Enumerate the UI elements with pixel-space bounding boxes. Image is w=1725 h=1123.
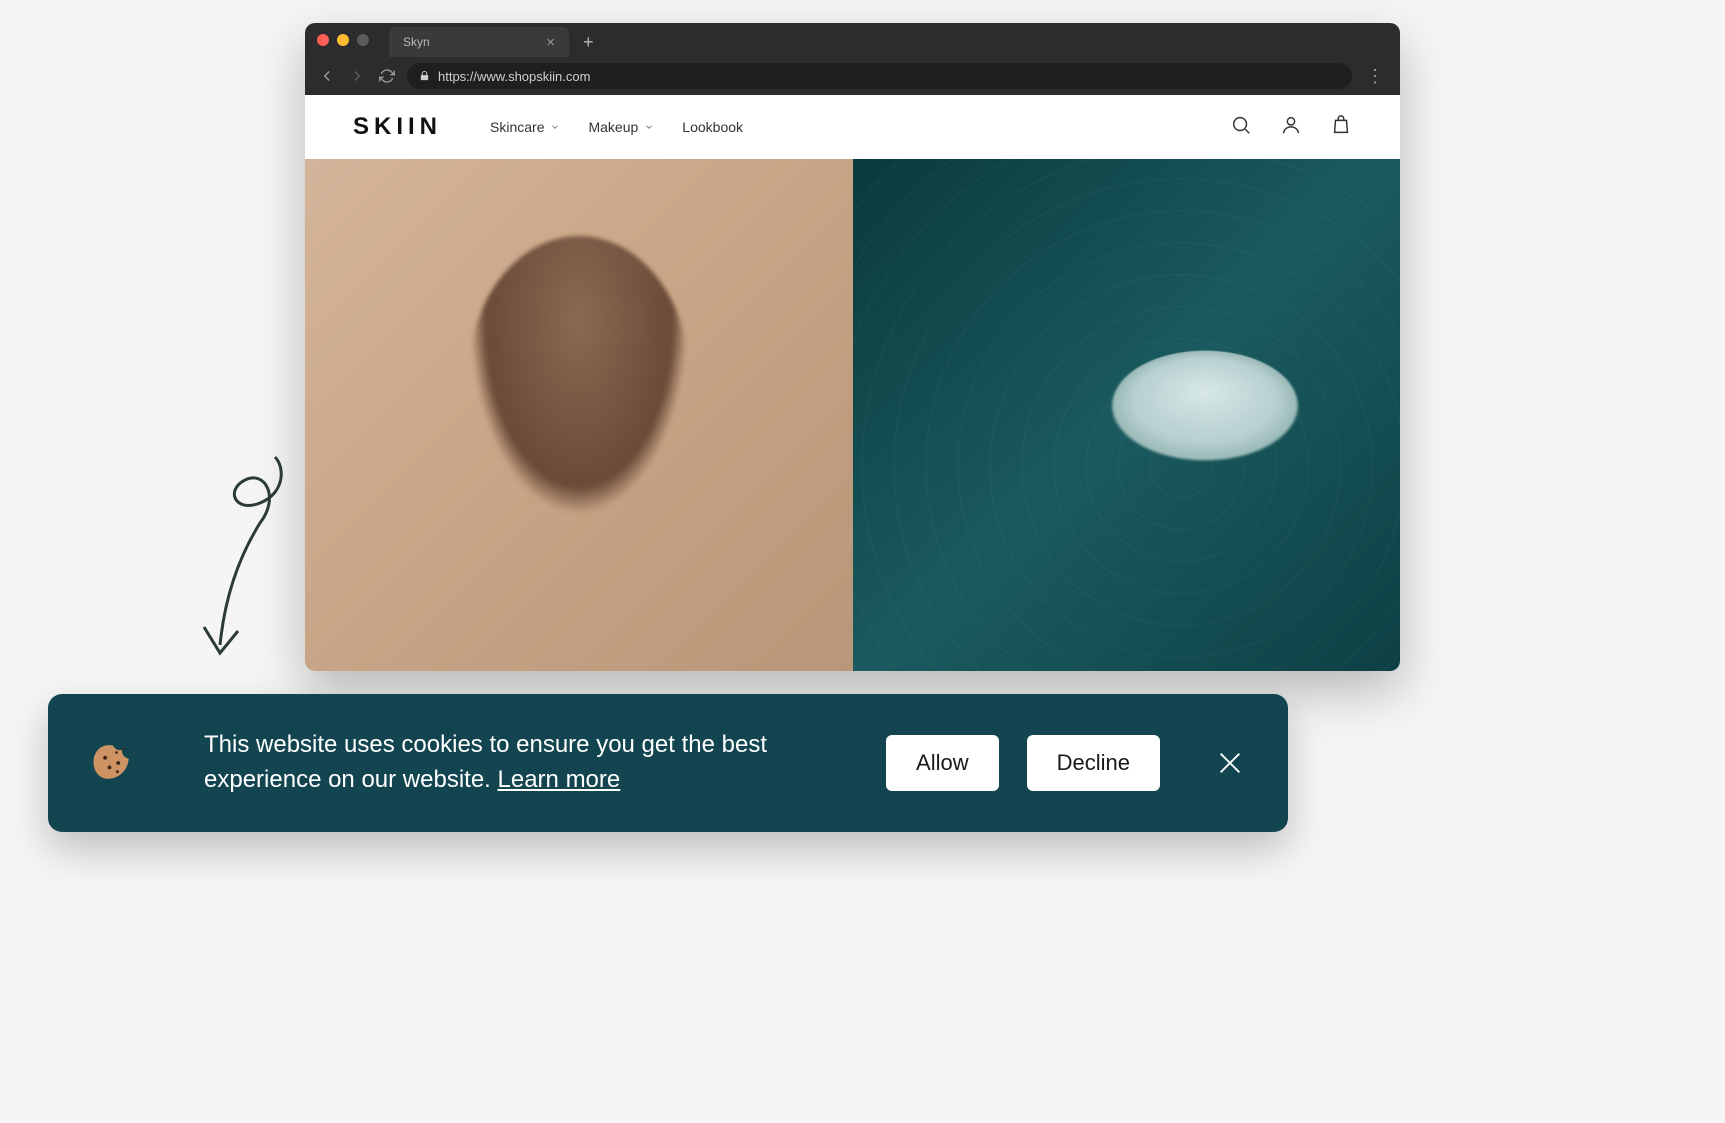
chevron-down-icon [644,122,654,132]
cart-button[interactable] [1330,114,1352,141]
nav-label: Lookbook [682,119,743,135]
browser-chrome: Skyn × + https://www.shopskiin.com ⋮ [305,23,1400,95]
browser-menu-button[interactable]: ⋮ [1362,66,1388,87]
user-icon [1280,114,1302,136]
cookie-message: This website uses cookies to ensure you … [204,728,767,798]
nav-label: Makeup [588,119,638,135]
cookie-banner: This website uses cookies to ensure you … [48,694,1288,832]
close-icon[interactable] [1216,749,1244,777]
browser-tab[interactable]: Skyn × [389,27,569,57]
brand-logo[interactable]: SKIIN [353,113,442,141]
nav-item-makeup[interactable]: Makeup [588,119,654,135]
tab-bar: Skyn × + [305,23,1400,57]
account-button[interactable] [1280,114,1302,141]
header-actions [1230,114,1352,141]
hero-image-model [305,159,853,671]
forward-button[interactable] [347,66,367,86]
tab-title: Skyn [403,35,430,49]
browser-window: Skyn × + https://www.shopskiin.com ⋮ SKI [305,23,1400,671]
site-nav: Skincare Makeup Lookbook [490,119,743,135]
tab-close-icon[interactable]: × [546,35,555,50]
window-maximize-button[interactable] [357,34,369,46]
search-icon [1230,114,1252,136]
reload-button[interactable] [377,66,397,86]
window-minimize-button[interactable] [337,34,349,46]
search-button[interactable] [1230,114,1252,141]
traffic-lights [317,34,369,46]
cookie-line1: This website uses cookies to ensure you … [204,731,767,758]
allow-button[interactable]: Allow [886,735,999,791]
nav-item-lookbook[interactable]: Lookbook [682,119,743,135]
address-bar: https://www.shopskiin.com ⋮ [305,57,1400,95]
window-close-button[interactable] [317,34,329,46]
lock-icon [419,69,430,83]
url-input[interactable]: https://www.shopskiin.com [407,63,1352,89]
cookie-line2-prefix: experience on our website. [204,766,498,793]
bag-icon [1330,114,1352,136]
url-text: https://www.shopskiin.com [438,69,590,84]
nav-label: Skincare [490,119,544,135]
site-content: SKIIN Skincare Makeup Lookbook [305,95,1400,671]
back-button[interactable] [317,66,337,86]
site-header: SKIIN Skincare Makeup Lookbook [305,95,1400,159]
cookie-icon [92,742,134,784]
cookie-actions: Allow Decline [886,735,1244,791]
hero-image-product [853,159,1401,671]
chevron-down-icon [550,122,560,132]
nav-item-skincare[interactable]: Skincare [490,119,560,135]
decline-button[interactable]: Decline [1027,735,1160,791]
hero-section [305,159,1400,671]
learn-more-link[interactable]: Learn more [498,766,621,793]
arrow-annotation [190,445,300,685]
new-tab-button[interactable]: + [577,33,600,51]
